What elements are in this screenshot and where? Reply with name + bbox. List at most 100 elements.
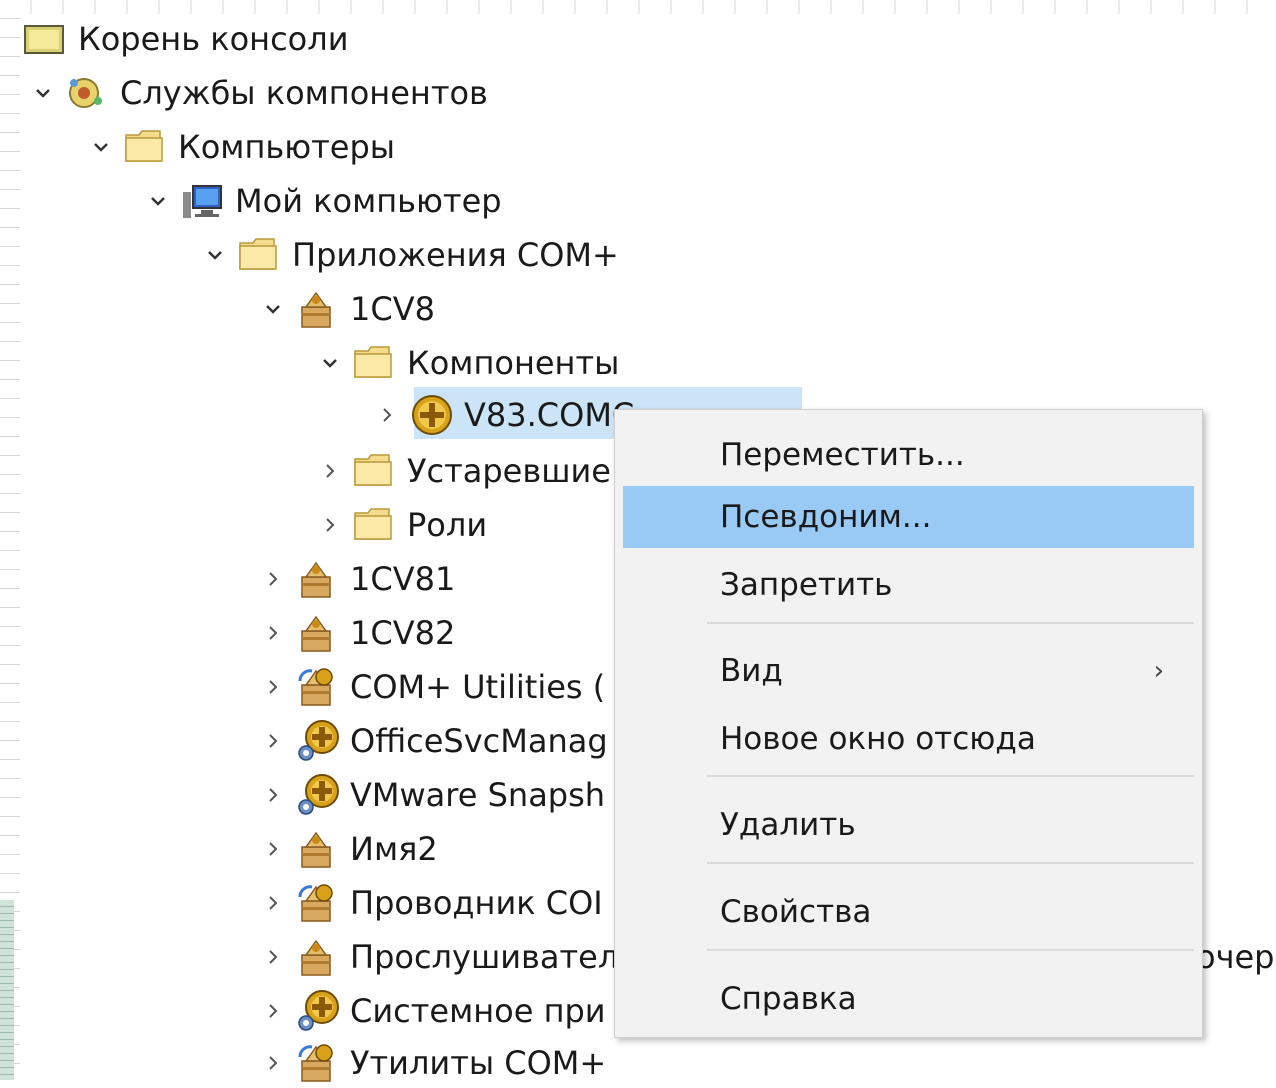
utility-app-icon bbox=[296, 667, 340, 707]
tree-node-label: COM+ Utilities ( bbox=[350, 668, 606, 706]
tree-node-label: VMware Snapsh bbox=[350, 776, 606, 814]
tree-node-legacy[interactable]: Устаревшие bbox=[313, 446, 611, 496]
menu-item-delete[interactable]: Удалить bbox=[623, 794, 1194, 856]
chevron-right-icon[interactable] bbox=[256, 1003, 290, 1019]
menu-item-label: Переместить... bbox=[720, 437, 965, 473]
tree-node-name2[interactable]: Имя2 bbox=[256, 824, 438, 874]
tree-node-label: 1CV81 bbox=[350, 560, 456, 598]
tree-node-label: OfficeSvcManag bbox=[350, 722, 608, 760]
tree-node-console-root[interactable]: Корень консоли bbox=[24, 14, 349, 64]
tree-node-label: Проводник COI bbox=[350, 884, 603, 922]
chevron-down-icon[interactable] bbox=[256, 303, 290, 315]
utility-app-icon bbox=[296, 883, 340, 923]
menu-item-alias[interactable]: Псевдоним... bbox=[623, 486, 1194, 548]
menu-item-move[interactable]: Переместить... bbox=[623, 424, 1194, 486]
service-app-icon bbox=[296, 774, 340, 815]
folder-icon bbox=[124, 127, 168, 167]
tree-node-label: Службы компонентов bbox=[120, 74, 488, 112]
tree-node-office-svc[interactable]: OfficeSvcManag bbox=[256, 716, 608, 766]
service-app-icon bbox=[296, 720, 340, 761]
com-app-icon bbox=[296, 829, 340, 869]
component-icon bbox=[410, 395, 454, 435]
tree-node-vmware[interactable]: VMware Snapsh bbox=[256, 770, 605, 820]
tree-node-app-1cv8[interactable]: 1CV8 bbox=[256, 284, 435, 334]
tree-node-label: Компьютеры bbox=[178, 128, 396, 166]
tree-node-label: 1CV82 bbox=[350, 614, 456, 652]
chevron-right-icon[interactable] bbox=[370, 407, 404, 423]
service-app-icon bbox=[296, 990, 340, 1031]
chevron-right-icon[interactable] bbox=[256, 733, 290, 749]
tree-node-computers[interactable]: Компьютеры bbox=[84, 122, 395, 172]
menu-item-label: Псевдоним... bbox=[720, 499, 932, 535]
chevron-right-icon[interactable] bbox=[256, 571, 290, 587]
menu-item-disable[interactable]: Запретить bbox=[623, 554, 1194, 616]
com-app-icon bbox=[296, 289, 340, 329]
tree-node-roles[interactable]: Роли bbox=[313, 500, 487, 550]
tree-node-com-apps[interactable]: Приложения COM+ bbox=[198, 230, 619, 280]
tree-node-label: 1CV8 bbox=[350, 290, 435, 328]
menu-separator bbox=[707, 622, 1194, 624]
tree-node-label: Приложения COM+ bbox=[292, 236, 619, 274]
com-app-icon bbox=[296, 613, 340, 653]
chevron-down-icon[interactable] bbox=[198, 249, 232, 261]
context-menu: Переместить... Псевдоним... Запретить Ви… bbox=[614, 409, 1203, 1038]
tree-node-component-v83[interactable]: V83.COMC bbox=[370, 390, 634, 440]
my-computer-icon bbox=[181, 181, 225, 221]
tree-node-system[interactable]: Системное при bbox=[256, 986, 606, 1036]
console-root-icon bbox=[24, 19, 68, 59]
tree-node-label: Корень консоли bbox=[78, 20, 349, 58]
tree-node-components[interactable]: Компоненты bbox=[313, 338, 619, 388]
chevron-right-icon[interactable] bbox=[256, 895, 290, 911]
chevron-down-icon[interactable] bbox=[313, 357, 347, 369]
partial-column-label: очере bbox=[1196, 938, 1276, 976]
tree-node-component-services[interactable]: Службы компонентов bbox=[26, 68, 488, 118]
tree-node-label: Компоненты bbox=[407, 344, 620, 382]
tree-node-label: Системное при bbox=[350, 992, 606, 1030]
menu-item-label: Свойства bbox=[720, 894, 872, 930]
tree-node-explorer[interactable]: Проводник COI bbox=[256, 878, 603, 928]
folder-icon bbox=[238, 235, 282, 275]
chevron-right-icon[interactable] bbox=[256, 1055, 290, 1071]
folder-icon bbox=[353, 505, 397, 545]
component-services-icon bbox=[66, 73, 110, 113]
menu-item-new-window[interactable]: Новое окно отсюда bbox=[623, 708, 1194, 770]
chevron-down-icon[interactable] bbox=[84, 141, 118, 153]
menu-item-label: Справка bbox=[720, 981, 857, 1017]
menu-separator bbox=[707, 862, 1194, 864]
menu-item-properties[interactable]: Свойства bbox=[623, 881, 1194, 943]
chevron-right-icon[interactable] bbox=[256, 787, 290, 803]
tree-node-app-1cv82[interactable]: 1CV82 bbox=[256, 608, 455, 658]
submenu-arrow-icon: › bbox=[1153, 656, 1164, 686]
tree-node-label: Утилиты COM+ bbox=[350, 1044, 607, 1082]
tree-node-my-computer[interactable]: Мой компьютер bbox=[141, 176, 502, 226]
menu-separator bbox=[707, 775, 1194, 777]
tree-node-label: Роли bbox=[407, 506, 488, 544]
utility-app-icon bbox=[296, 1043, 340, 1083]
chevron-right-icon[interactable] bbox=[256, 625, 290, 641]
tree-node-label: Устаревшие bbox=[407, 452, 611, 490]
chevron-right-icon[interactable] bbox=[256, 949, 290, 965]
chevron-right-icon[interactable] bbox=[256, 841, 290, 857]
tree-node-listener[interactable]: Прослушивател bbox=[256, 932, 618, 982]
chevron-right-icon[interactable] bbox=[313, 517, 347, 533]
tree-node-com-utilities[interactable]: COM+ Utilities ( bbox=[256, 662, 605, 712]
com-app-icon bbox=[296, 559, 340, 599]
chevron-down-icon[interactable] bbox=[141, 195, 175, 207]
tree-node-label: Мой компьютер bbox=[235, 182, 502, 220]
chevron-right-icon[interactable] bbox=[256, 679, 290, 695]
menu-separator bbox=[707, 949, 1194, 951]
tree-node-utilities[interactable]: Утилиты COM+ bbox=[256, 1038, 606, 1088]
menu-item-label: Новое окно отсюда bbox=[720, 721, 1036, 757]
menu-item-view[interactable]: Вид › bbox=[623, 640, 1194, 702]
tree-node-app-1cv81[interactable]: 1CV81 bbox=[256, 554, 455, 604]
menu-item-label: Запретить bbox=[720, 567, 893, 603]
partial-column-text: очере bbox=[1196, 932, 1276, 982]
tree-node-label: Прослушивател bbox=[350, 938, 619, 976]
menu-item-label: Удалить bbox=[720, 807, 856, 843]
chevron-right-icon[interactable] bbox=[313, 463, 347, 479]
chevron-down-icon[interactable] bbox=[26, 87, 60, 99]
menu-item-help[interactable]: Справка bbox=[623, 968, 1194, 1030]
tree-node-label: Имя2 bbox=[350, 830, 438, 868]
folder-icon bbox=[353, 451, 397, 491]
tree-node-label: V83.COMC bbox=[464, 396, 635, 434]
